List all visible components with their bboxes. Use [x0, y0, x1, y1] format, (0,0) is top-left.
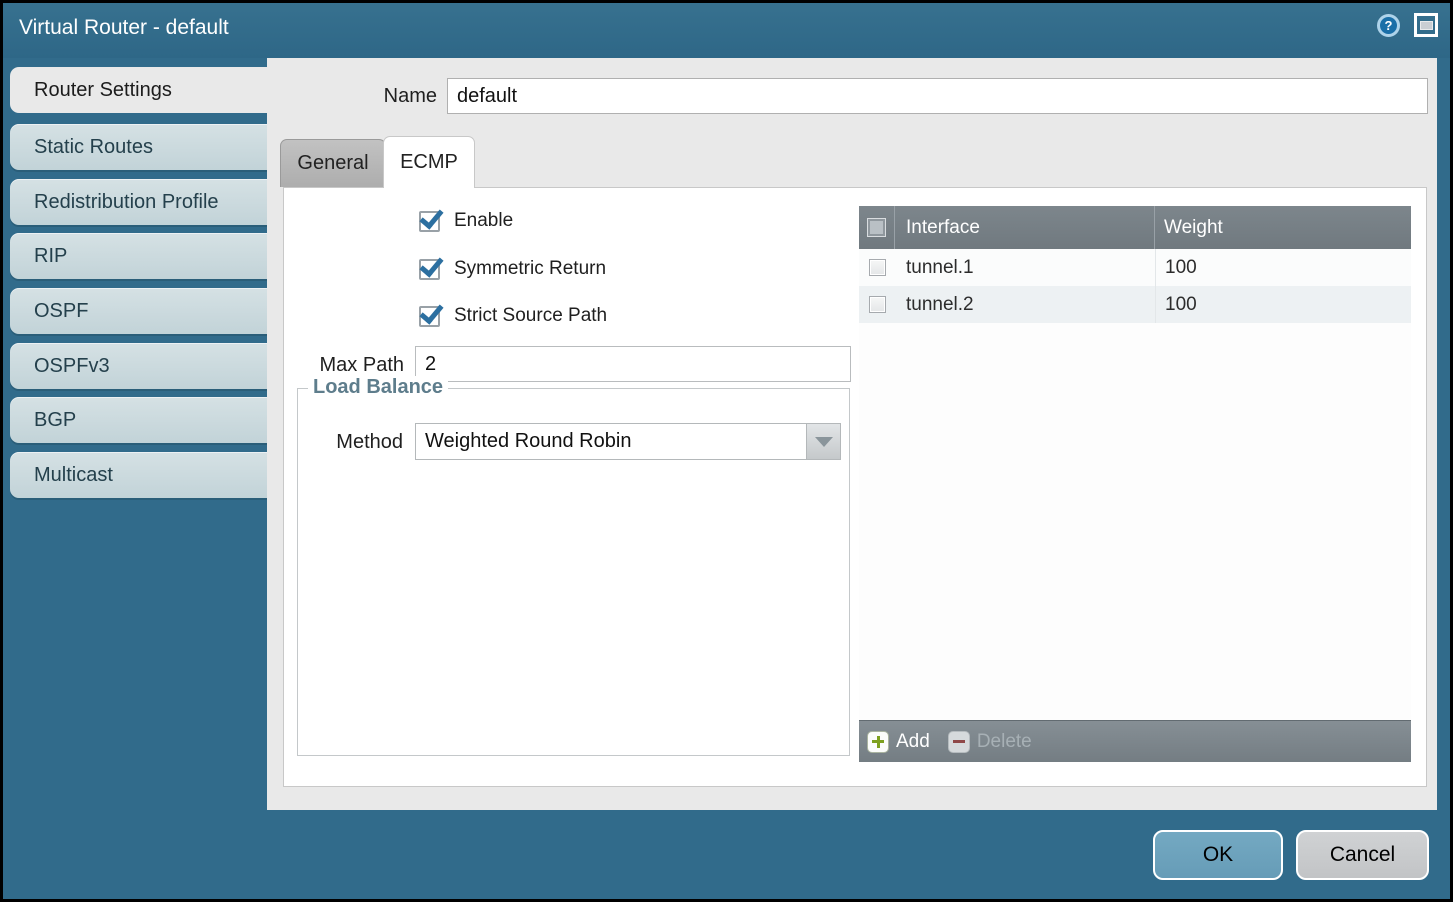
header-check-cell — [859, 206, 895, 249]
symmetric-return-label: Symmetric Return — [454, 258, 606, 280]
sidebar-item-label: Multicast — [34, 464, 113, 487]
column-header-weight: Weight — [1155, 217, 1411, 239]
sidebar-item-label: OSPF — [34, 300, 88, 323]
add-button[interactable]: Add — [867, 731, 930, 753]
add-button-label: Add — [896, 731, 930, 753]
sidebar-item-multicast[interactable]: Multicast — [10, 452, 267, 498]
enable-label: Enable — [454, 210, 513, 232]
name-input[interactable] — [447, 78, 1428, 114]
virtual-router-dialog: Virtual Router - default ? Router Settin… — [3, 3, 1450, 899]
row-check-cell — [859, 296, 895, 313]
method-dropdown-button[interactable] — [806, 424, 840, 459]
table-row[interactable]: tunnel.1 100 — [859, 249, 1411, 286]
row-checkbox[interactable] — [869, 259, 886, 276]
max-path-label: Max Path — [284, 354, 404, 377]
enable-checkbox[interactable] — [419, 211, 440, 232]
table-header: Interface Weight — [859, 206, 1411, 249]
load-balance-legend: Load Balance — [308, 376, 448, 399]
sidebar-item-router-settings[interactable]: Router Settings — [10, 67, 267, 113]
row-check-cell — [859, 259, 895, 276]
chevron-down-icon — [815, 437, 833, 447]
tab-general[interactable]: General — [280, 139, 386, 187]
delete-button-label: Delete — [977, 731, 1032, 753]
delete-minus-icon — [948, 731, 970, 753]
screenshot-root: Virtual Router - default ? Router Settin… — [0, 0, 1453, 902]
method-dropdown-value: Weighted Round Robin — [425, 430, 631, 453]
delete-button[interactable]: Delete — [948, 731, 1032, 753]
sidebar-item-label: OSPFv3 — [34, 355, 110, 378]
cell-weight: 100 — [1155, 286, 1411, 323]
max-path-input[interactable] — [415, 346, 851, 382]
column-header-interface: Interface — [895, 206, 1155, 249]
sidebar-item-label: BGP — [34, 409, 76, 432]
cell-interface: tunnel.1 — [895, 257, 1155, 279]
sidebar-item-ospfv3[interactable]: OSPFv3 — [10, 343, 267, 389]
ecmp-interface-table: Interface Weight tunnel.1 100 tunnel.2 1… — [859, 206, 1411, 762]
tab-label: General — [297, 152, 368, 175]
table-row[interactable]: tunnel.2 100 — [859, 286, 1411, 323]
sidebar-item-label: Static Routes — [34, 136, 153, 159]
sidebar-item-ospf[interactable]: OSPF — [10, 288, 267, 334]
sidebar-item-redistribution-profile[interactable]: Redistribution Profile — [10, 179, 267, 225]
sidebar-item-bgp[interactable]: BGP — [10, 397, 267, 443]
dialog-titlebar: Virtual Router - default ? — [3, 3, 1450, 58]
cell-weight: 100 — [1155, 249, 1411, 286]
strict-source-path-checkbox[interactable] — [419, 306, 440, 327]
tab-label: ECMP — [400, 151, 458, 174]
cancel-button[interactable]: Cancel — [1296, 830, 1429, 880]
help-icon[interactable]: ? — [1377, 14, 1400, 37]
sidebar-item-label: RIP — [34, 245, 67, 268]
strict-source-path-checkbox-row: Strict Source Path — [419, 305, 607, 327]
dialog-title: Virtual Router - default — [19, 16, 229, 40]
symmetric-return-checkbox[interactable] — [419, 259, 440, 280]
select-all-checkbox[interactable] — [867, 218, 886, 237]
restore-window-icon[interactable] — [1414, 13, 1438, 37]
strict-source-path-label: Strict Source Path — [454, 305, 607, 327]
row-checkbox[interactable] — [869, 296, 886, 313]
load-balance-fieldset: Load Balance Method Weighted Round Robin — [297, 388, 850, 756]
restore-window-icon-inner — [1420, 21, 1433, 30]
sidebar-item-label: Redistribution Profile — [34, 191, 219, 214]
cell-interface: tunnel.2 — [895, 294, 1155, 316]
ok-button[interactable]: OK — [1153, 830, 1283, 880]
titlebar-icons: ? — [1377, 13, 1438, 37]
method-label: Method — [308, 431, 403, 454]
ecmp-tab-panel: Enable Symmetric Return Strict Source Pa… — [283, 187, 1427, 787]
add-plus-icon — [867, 731, 889, 753]
name-label: Name — [337, 85, 437, 108]
table-footer: Add Delete — [859, 720, 1411, 762]
enable-checkbox-row: Enable — [419, 210, 513, 232]
sidebar-item-rip[interactable]: RIP — [10, 233, 267, 279]
method-dropdown[interactable]: Weighted Round Robin — [415, 423, 841, 460]
sidebar-item-static-routes[interactable]: Static Routes — [10, 124, 267, 170]
sidebar-item-label: Router Settings — [34, 79, 172, 102]
tab-ecmp[interactable]: ECMP — [383, 136, 475, 188]
symmetric-return-checkbox-row: Symmetric Return — [419, 258, 606, 280]
